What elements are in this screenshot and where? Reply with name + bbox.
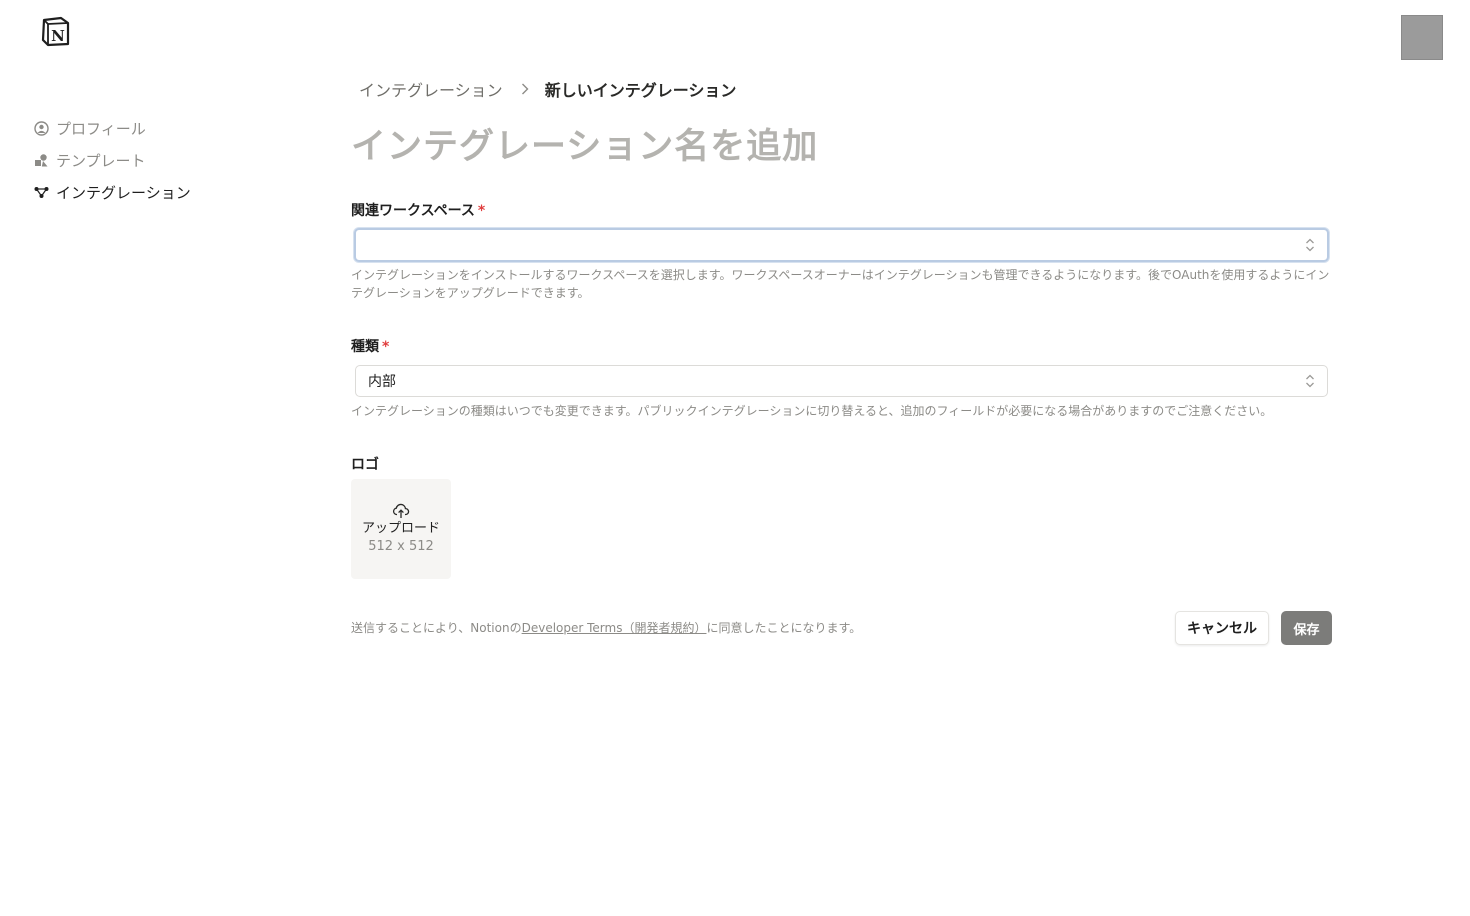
type-select[interactable]: 内部 — [355, 365, 1328, 397]
breadcrumb-current: 新しいインテグレーション — [544, 81, 737, 100]
user-circle-icon — [33, 120, 49, 136]
workspace-help-text: インテグレーションをインストールするワークスペースを選択します。ワークスペースオ… — [351, 268, 1330, 300]
sidebar-item-templates[interactable]: テンプレート — [33, 144, 253, 176]
svg-text:N: N — [51, 27, 65, 45]
chevron-up-down-icon — [1305, 238, 1315, 252]
save-button[interactable]: 保存 — [1281, 611, 1332, 645]
settings-sidebar: プロフィール テンプレート インテグレーション — [33, 112, 253, 208]
cancel-button[interactable]: キャンセル — [1175, 611, 1269, 645]
terms-prefix: 送信することにより、Notionの — [351, 621, 522, 635]
cloud-upload-icon — [392, 503, 410, 519]
terms-notice: 送信することにより、NotionのDeveloper Terms（開発者規約）に… — [351, 619, 861, 636]
developer-terms-link[interactable]: Developer Terms（開発者規約） — [522, 621, 707, 635]
required-mark: * — [382, 339, 390, 355]
type-help-text: インテグレーションの種類はいつでも変更できます。パブリックインテグレーションに切… — [351, 404, 1273, 418]
shapes-icon — [33, 152, 49, 168]
upload-size-hint: 512 x 512 — [368, 538, 434, 554]
logo-field-label: ロゴ — [351, 457, 379, 473]
workspace-field-label: 関連ワークスペース * — [351, 200, 485, 220]
sidebar-item-label: インテグレーション — [56, 183, 191, 202]
user-avatar[interactable] — [1401, 15, 1443, 60]
breadcrumb: インテグレーション 新しいインテグレーション — [359, 77, 736, 101]
sidebar-item-label: プロフィール — [56, 119, 146, 138]
terms-suffix: に同意したことになります。 — [706, 621, 862, 635]
logo-upload-button[interactable]: アップロード 512 x 512 — [351, 479, 451, 579]
notion-logo[interactable]: N — [40, 16, 71, 47]
integration-name-input[interactable]: インテグレーション名を追加 — [351, 118, 818, 169]
chevron-up-down-icon — [1305, 374, 1315, 388]
breadcrumb-integrations-link[interactable]: インテグレーション — [359, 77, 503, 101]
sidebar-item-profile[interactable]: プロフィール — [33, 112, 253, 144]
type-select-value: 内部 — [368, 374, 396, 390]
required-mark: * — [477, 203, 486, 219]
type-field-label: 種類 * — [351, 336, 389, 356]
workspace-label-text: 関連ワークスペース — [351, 203, 475, 219]
chevron-right-icon — [521, 83, 529, 95]
sidebar-item-label: テンプレート — [56, 151, 146, 170]
workspace-select[interactable] — [354, 228, 1329, 262]
upload-label: アップロード — [361, 520, 440, 536]
type-label-text: 種類 — [351, 339, 379, 355]
sidebar-item-integrations[interactable]: インテグレーション — [33, 176, 253, 208]
nodes-icon — [33, 184, 49, 200]
